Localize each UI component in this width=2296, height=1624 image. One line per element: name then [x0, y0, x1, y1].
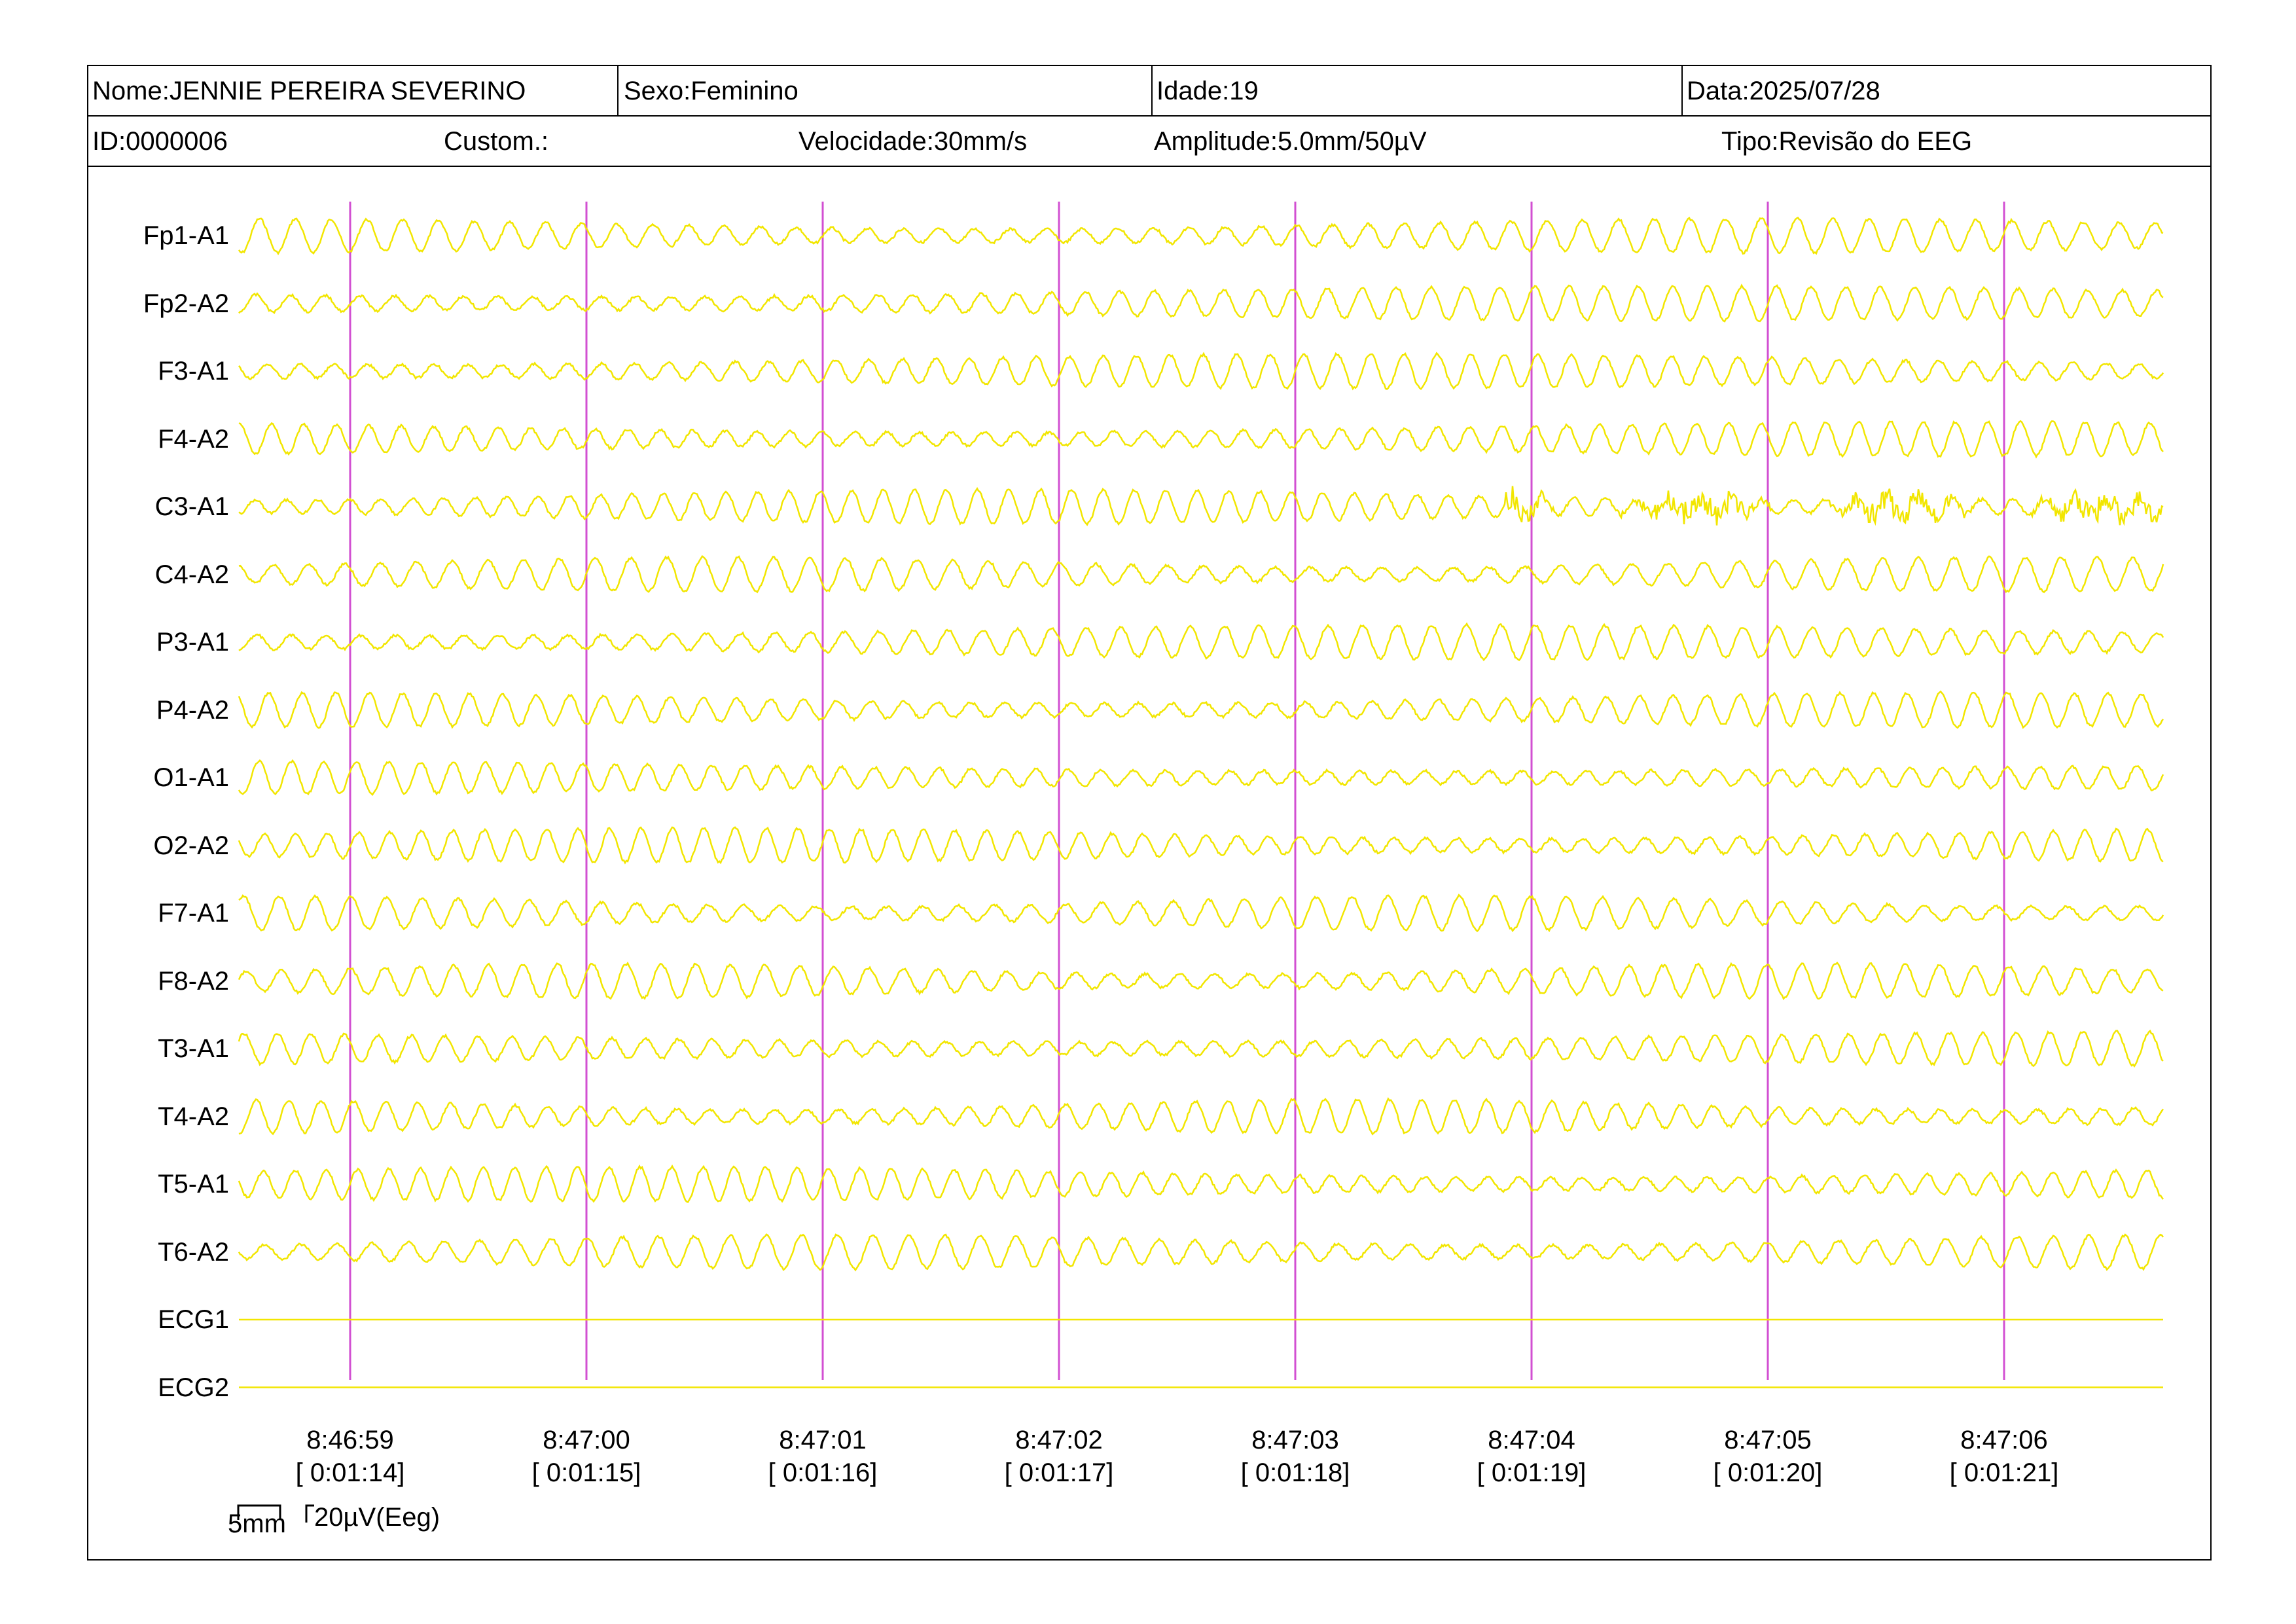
time-clock-label: 8:47:05 — [1724, 1426, 1812, 1454]
time-clock-label: 8:47:00 — [543, 1426, 630, 1454]
channel-label: F8-A2 — [158, 966, 229, 996]
time-clock-label: 8:47:04 — [1488, 1426, 1575, 1454]
channel-trace — [238, 893, 2164, 933]
channel-label: P3-A1 — [156, 628, 229, 657]
time-elapsed-label: [ 0:01:21] — [1949, 1458, 2059, 1487]
channel-label: C3-A1 — [154, 492, 229, 521]
eeg-waveform-canvas — [238, 202, 2164, 1388]
channel-label: F7-A1 — [158, 899, 229, 928]
channel-trace — [238, 554, 2164, 594]
time-elapsed-label: [ 0:01:20] — [1713, 1458, 1823, 1487]
channel-label: Fp2-A2 — [143, 289, 229, 318]
time-clock-label: 8:47:02 — [1015, 1426, 1103, 1454]
channel-trace — [238, 826, 2164, 865]
channel-trace — [238, 962, 2164, 1001]
channel-trace — [238, 1029, 2164, 1068]
time-elapsed-label: [ 0:01:18] — [1240, 1458, 1350, 1487]
channel-label: Fp1-A1 — [143, 221, 229, 250]
time-clock-label: 8:46:59 — [306, 1426, 394, 1454]
channel-trace — [238, 420, 2164, 459]
time-elapsed-label: [ 0:01:14] — [295, 1458, 405, 1487]
time-elapsed-label: [ 0:01:16] — [768, 1458, 878, 1487]
time-scale-label: 5mm — [228, 1509, 286, 1538]
channel-label: T4-A2 — [158, 1102, 229, 1131]
time-clock-label: 8:47:06 — [1960, 1426, 2048, 1454]
channel-label: P4-A2 — [156, 695, 229, 725]
channel-trace — [238, 217, 2164, 255]
channel-trace — [238, 486, 2164, 526]
channel-label: F4-A2 — [158, 424, 229, 454]
time-elapsed-label: [ 0:01:17] — [1004, 1458, 1114, 1487]
channel-trace — [238, 283, 2164, 323]
channel-trace — [238, 352, 2164, 391]
time-elapsed-label: [ 0:01:19] — [1477, 1458, 1587, 1487]
time-elapsed-label: [ 0:01:15] — [531, 1458, 641, 1487]
time-clock-label: 8:47:03 — [1251, 1426, 1339, 1454]
channel-label: ECG1 — [158, 1305, 229, 1334]
channel-trace — [238, 1164, 2164, 1204]
channel-trace — [238, 759, 2164, 796]
channel-label: O1-A1 — [153, 763, 229, 792]
time-clock-label: 8:47:01 — [779, 1426, 867, 1454]
channel-trace — [238, 622, 2164, 662]
channel-label: C4-A2 — [154, 560, 229, 589]
channel-label: F3-A1 — [158, 357, 229, 386]
channel-label: T3-A1 — [158, 1034, 229, 1063]
channel-trace — [238, 1233, 2164, 1272]
channel-label: T5-A1 — [158, 1170, 229, 1199]
channel-label: T6-A2 — [158, 1237, 229, 1267]
channel-trace — [238, 1097, 2164, 1136]
amplitude-scale-label: 20µV(Eeg) — [314, 1503, 440, 1532]
channel-label: O2-A2 — [153, 831, 229, 860]
channel-trace — [238, 690, 2164, 729]
channel-label: ECG2 — [158, 1373, 229, 1402]
